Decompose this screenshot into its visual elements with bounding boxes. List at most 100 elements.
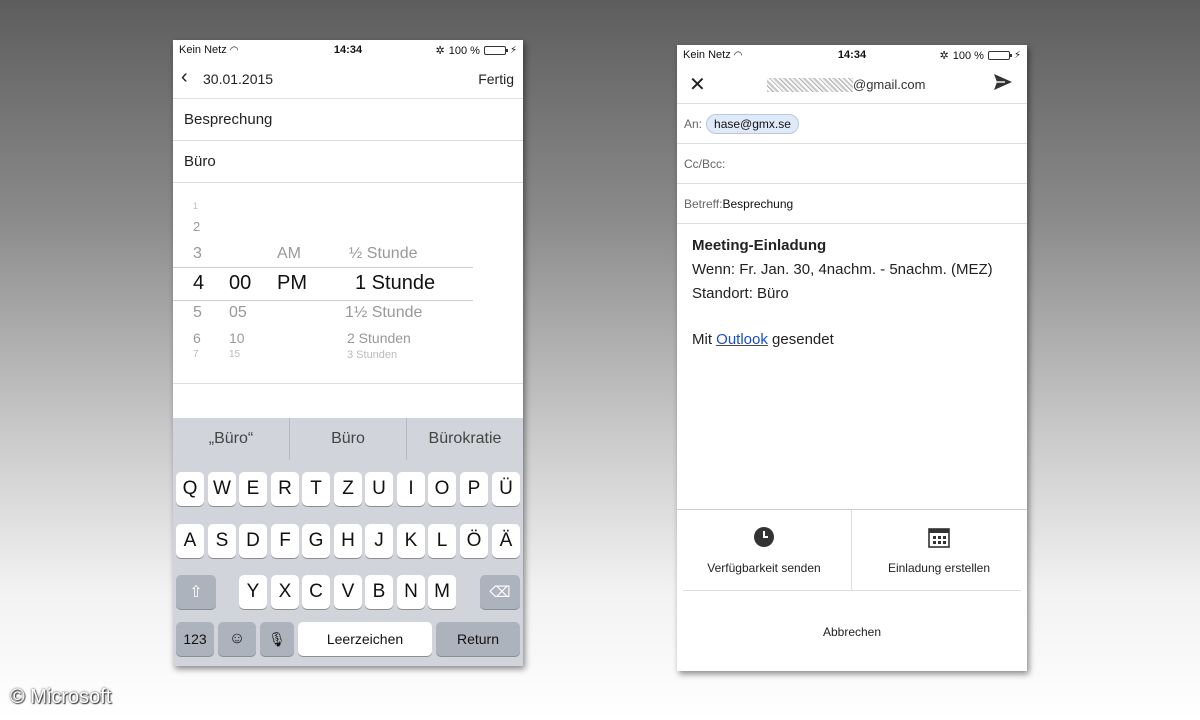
battery-icon — [987, 51, 1012, 60]
time-picker[interactable]: 1 2 3 4 5 6 7 00 05 10 15 AM PM ½ Stunde… — [173, 183, 523, 384]
subject-row[interactable]: Betreff: Besprechung — [677, 184, 1027, 224]
key-x[interactable]: X — [271, 575, 299, 609]
message-body[interactable]: Meeting-Einladung Wenn: Fr. Jan. 30, 4na… — [677, 224, 1027, 362]
status-bar: Kein Netz ◠ 14:34 ✲ 100 % ⚡ — [677, 45, 1027, 65]
autocorrect-bar: „Büro“ Büro Bürokratie — [173, 418, 523, 460]
hour-item: 6 — [193, 330, 201, 346]
battery-percent: 100 % — [448, 44, 480, 57]
microphone-icon: 🎙 — [268, 630, 286, 647]
key-n[interactable]: N — [397, 575, 425, 609]
subject-label: Betreff: — [684, 196, 723, 211]
key-y[interactable]: Y — [239, 575, 267, 609]
duration-item-selected: 1 Stunde — [355, 272, 436, 294]
key-k[interactable]: K — [397, 524, 425, 558]
from-domain: @gmail.com — [853, 77, 926, 92]
hour-item: 1 — [193, 201, 199, 211]
key-b[interactable]: B — [365, 575, 393, 609]
suggestion-buero[interactable]: Büro — [290, 418, 407, 460]
minute-item: 15 — [229, 349, 241, 360]
shift-arrow-icon: ⇧ — [189, 584, 203, 601]
key-h[interactable]: H — [334, 524, 362, 558]
outlook-link[interactable]: Outlook — [716, 331, 768, 348]
backspace-icon: ⌫ — [489, 584, 511, 601]
suggestion-quoted[interactable]: „Büro“ — [173, 418, 290, 460]
duration-item: ½ Stunde — [349, 245, 418, 262]
return-key[interactable]: Return — [436, 622, 520, 656]
cc-bcc-label: Cc/Bcc: — [684, 156, 726, 171]
charging-icon: ⚡ — [509, 45, 517, 56]
body-when: Wenn: Fr. Jan. 30, 4nachm. - 5nachm. (ME… — [692, 261, 993, 278]
duration-item: 3 Stunden — [347, 349, 398, 361]
key-r[interactable]: R — [271, 472, 299, 506]
key-i[interactable]: I — [397, 472, 425, 506]
send-availability-label: Verfügbarkeit senden — [707, 560, 821, 575]
key-s[interactable]: S — [208, 524, 236, 558]
key-q[interactable]: Q — [176, 472, 204, 506]
location-field[interactable]: Büro — [173, 141, 523, 183]
key-t[interactable]: T — [302, 472, 330, 506]
emoji-icon: ☺ — [228, 630, 246, 647]
key-c[interactable]: C — [302, 575, 330, 609]
dictation-key[interactable]: 🎙 — [260, 622, 294, 656]
numbers-key[interactable]: 123 — [176, 622, 214, 656]
to-label: An: — [684, 116, 703, 131]
cc-bcc-row[interactable]: Cc/Bcc: — [677, 144, 1027, 184]
key-g[interactable]: G — [302, 524, 330, 558]
from-address[interactable]: @gmail.com — [767, 77, 925, 92]
key-l[interactable]: L — [428, 524, 456, 558]
key-j[interactable]: J — [365, 524, 393, 558]
nav-bar: ‹ 30.01.2015 Fertig — [173, 60, 523, 99]
key-u[interactable]: U — [365, 472, 393, 506]
key-e[interactable]: E — [239, 472, 267, 506]
key-f[interactable]: F — [271, 524, 299, 558]
compose-header: ✕ @gmail.com — [677, 65, 1027, 104]
minute-item: 05 — [229, 304, 247, 321]
key-z[interactable]: Z — [334, 472, 362, 506]
copyright-label: © Microsoft — [10, 686, 112, 708]
key-o[interactable]: O — [428, 472, 456, 506]
close-icon[interactable]: ✕ — [689, 72, 706, 97]
duration-item: 1½ Stunde — [345, 304, 423, 321]
suggestion-buerokratie[interactable]: Bürokratie — [407, 418, 523, 460]
to-row[interactable]: An: hase@gmx.se — [677, 104, 1027, 144]
body-where: Standort: Büro — [692, 285, 789, 302]
done-button[interactable]: Fertig — [478, 71, 514, 87]
create-invite-label: Einladung erstellen — [887, 560, 991, 575]
hour-item: 7 — [193, 349, 199, 360]
bluetooth-icon: ✲ — [435, 45, 445, 57]
battery-icon — [483, 46, 508, 55]
calendar-icon — [928, 526, 950, 551]
key-m[interactable]: M — [428, 575, 456, 609]
emoji-key[interactable]: ☺ — [218, 622, 256, 656]
space-key[interactable]: Leerzeichen — [298, 622, 432, 656]
nav-date-button[interactable]: 30.01.2015 — [203, 71, 273, 87]
send-icon[interactable] — [993, 73, 1013, 96]
hour-item: 2 — [193, 219, 201, 234]
backspace-key[interactable]: ⌫ — [480, 575, 520, 609]
shift-key[interactable]: ⇧ — [176, 575, 216, 609]
key-d[interactable]: D — [239, 524, 267, 558]
right-phone-screen: Kein Netz ◠ 14:34 ✲ 100 % ⚡ ✕ @gmail.com… — [677, 45, 1027, 671]
redacted-name — [767, 77, 853, 92]
send-availability-button[interactable]: Verfügbarkeit senden — [677, 510, 852, 590]
back-chevron-icon[interactable]: ‹ — [181, 66, 188, 89]
key-ae[interactable]: Ä — [492, 524, 520, 558]
key-oe[interactable]: Ö — [460, 524, 488, 558]
status-bar: Kein Netz ◠ 14:34 ✲ 100 % ⚡ — [173, 40, 523, 60]
hour-item: 3 — [193, 245, 202, 262]
create-invite-button[interactable]: Einladung erstellen — [852, 510, 1026, 590]
title-field[interactable]: Besprechung — [173, 99, 523, 141]
charging-icon: ⚡ — [1013, 50, 1021, 61]
subject-value[interactable]: Besprechung — [722, 197, 793, 211]
cancel-button[interactable]: Abbrechen — [677, 591, 1027, 671]
key-p[interactable]: P — [460, 472, 488, 506]
clock-icon — [753, 526, 775, 551]
hour-item-selected: 4 — [193, 272, 205, 294]
keyboard: Q W E R T Z U I O P Ü A S D F G H J K L … — [173, 460, 523, 666]
recipient-chip[interactable]: hase@gmx.se — [706, 113, 799, 134]
key-a[interactable]: A — [176, 524, 204, 558]
key-ue[interactable]: Ü — [492, 472, 520, 506]
body-signature: Mit Outlook gesendet — [692, 331, 834, 348]
key-w[interactable]: W — [208, 472, 236, 506]
key-v[interactable]: V — [334, 575, 362, 609]
